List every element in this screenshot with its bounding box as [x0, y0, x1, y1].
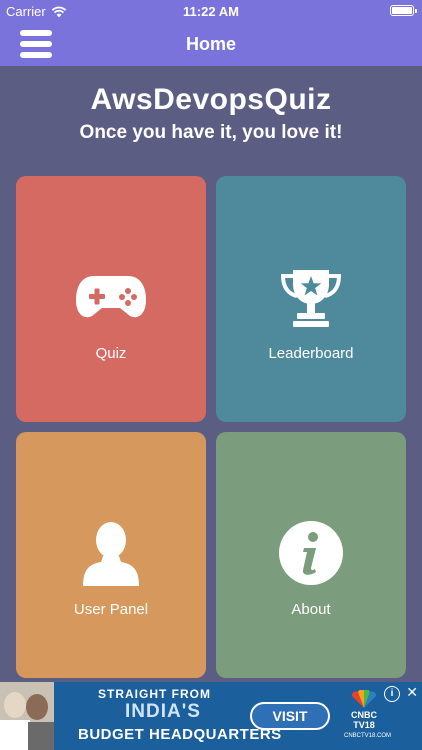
user-panel-label: User Panel — [73, 601, 149, 618]
about-tile[interactable]: About — [216, 432, 406, 678]
quiz-label: Quiz — [95, 345, 127, 362]
app-title: AwsDevopsQuiz — [90, 83, 332, 116]
ad-banner[interactable]: STRAIGHT FROM INDIA'S BUDGET HEADQUARTER… — [0, 682, 422, 750]
ad-visit-button[interactable]: VISIT — [250, 702, 330, 730]
ad-line-3: BUDGET HEADQUARTERS — [78, 726, 282, 743]
about-label: About — [291, 601, 331, 618]
quiz-tile[interactable]: Quiz — [16, 176, 206, 422]
ad-line-1: STRAIGHT FROM — [98, 687, 211, 701]
user-panel-tile[interactable]: User Panel — [16, 432, 206, 678]
gamepad-icon — [16, 272, 206, 320]
ad-logo-name: CNBC TV18 — [351, 710, 377, 730]
trophy-icon — [216, 266, 406, 330]
info-icon — [216, 520, 406, 586]
peacock-icon — [351, 690, 377, 708]
ad-people-image — [0, 682, 54, 750]
navigation-bar: Home — [0, 22, 422, 66]
leaderboard-tile[interactable]: Leaderboard — [216, 176, 406, 422]
clock: 11:22 AM — [183, 4, 239, 19]
status-bar: Carrier 11:22 AM — [0, 0, 422, 22]
user-icon — [16, 522, 206, 586]
leaderboard-label: Leaderboard — [268, 345, 354, 362]
ad-info-icon[interactable]: i — [384, 686, 400, 702]
ad-line-2: INDIA'S — [125, 701, 201, 722]
ad-logo-url: CNBCTV18.COM — [344, 733, 392, 739]
app-subtitle: Once you have it, you love it! — [79, 122, 343, 143]
ad-close-icon[interactable]: ✕ — [406, 684, 418, 701]
nav-title: Home — [185, 34, 236, 54]
battery-icon — [390, 5, 417, 16]
ad-logo: CNBC TV18 CNBCTV18.COM — [344, 690, 392, 740]
